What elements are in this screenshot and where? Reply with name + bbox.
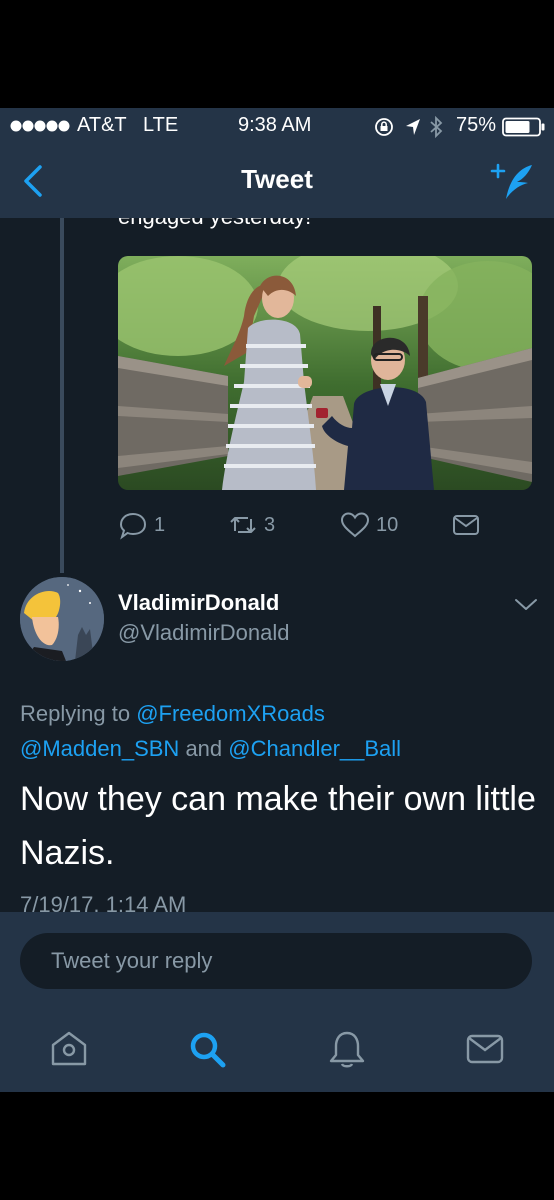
tweet-detail: engaged yesterday! <box>0 218 554 912</box>
reply-count: 1 <box>154 513 166 536</box>
mention-link[interactable]: @Chandler__Ball <box>228 736 401 761</box>
quoted-tweet-text: engaged yesterday! <box>118 218 311 230</box>
reply-bar: Tweet your reply <box>0 912 554 1006</box>
tweet-body: Now they can make their own little Nazis… <box>20 780 536 872</box>
signal-dots-icon <box>10 120 70 132</box>
carrier-label: AT&T <box>77 114 127 136</box>
battery-icon <box>502 117 545 137</box>
engagement-photo-image <box>118 256 532 490</box>
home-icon[interactable] <box>48 1028 90 1070</box>
tweet-photo[interactable] <box>118 256 532 490</box>
retweet-count: 3 <box>264 513 276 536</box>
mention-link[interactable]: @Madden_SBN <box>20 736 179 761</box>
replying-prefix: Replying to <box>20 701 131 726</box>
clock: 9:38 AM <box>238 114 312 136</box>
reply-placeholder: Tweet your reply <box>51 948 213 973</box>
messages-icon[interactable] <box>464 1028 506 1070</box>
like-action[interactable]: 10 <box>340 508 398 542</box>
mention-link[interactable]: @FreedomXRoads <box>136 701 325 726</box>
avatar[interactable] <box>20 577 104 661</box>
page-title: Tweet <box>241 164 313 194</box>
avatar-image <box>20 577 104 661</box>
search-icon[interactable] <box>186 1028 228 1070</box>
notifications-icon[interactable] <box>326 1028 368 1070</box>
reply-icon <box>119 512 147 540</box>
author-handle[interactable]: @VladimirDonald <box>118 620 290 646</box>
chevron-down-icon[interactable] <box>512 592 540 616</box>
battery-percent: 75% <box>456 114 497 136</box>
status-bar: AT&T LTE 9:38 AM 75% <box>0 108 554 144</box>
network-label: LTE <box>143 114 179 136</box>
heart-icon <box>340 512 370 538</box>
replying-to-line: Replying to @FreedomXRoads @Madden_SBN a… <box>20 696 540 766</box>
thread-connector-line <box>60 218 64 573</box>
bluetooth-icon <box>430 116 443 138</box>
location-arrow-icon <box>406 119 420 135</box>
reply-input[interactable]: Tweet your reply <box>20 933 532 989</box>
compose-tweet-icon[interactable] <box>490 162 536 202</box>
author-display-name[interactable]: VladimirDonald <box>118 590 279 616</box>
rotation-lock-icon <box>375 118 393 136</box>
envelope-icon <box>453 515 479 535</box>
retweet-action[interactable]: 3 <box>228 508 275 542</box>
replying-joiner: and <box>185 736 223 761</box>
tab-bar <box>0 1006 554 1092</box>
direct-message-action[interactable] <box>452 508 480 542</box>
like-count: 10 <box>376 513 399 536</box>
retweet-icon <box>230 517 256 533</box>
tweet-timestamp: 7/19/17, 1:14 AM <box>20 892 187 912</box>
navigation-bar: Tweet <box>0 144 554 218</box>
reply-action[interactable]: 1 <box>118 508 165 542</box>
